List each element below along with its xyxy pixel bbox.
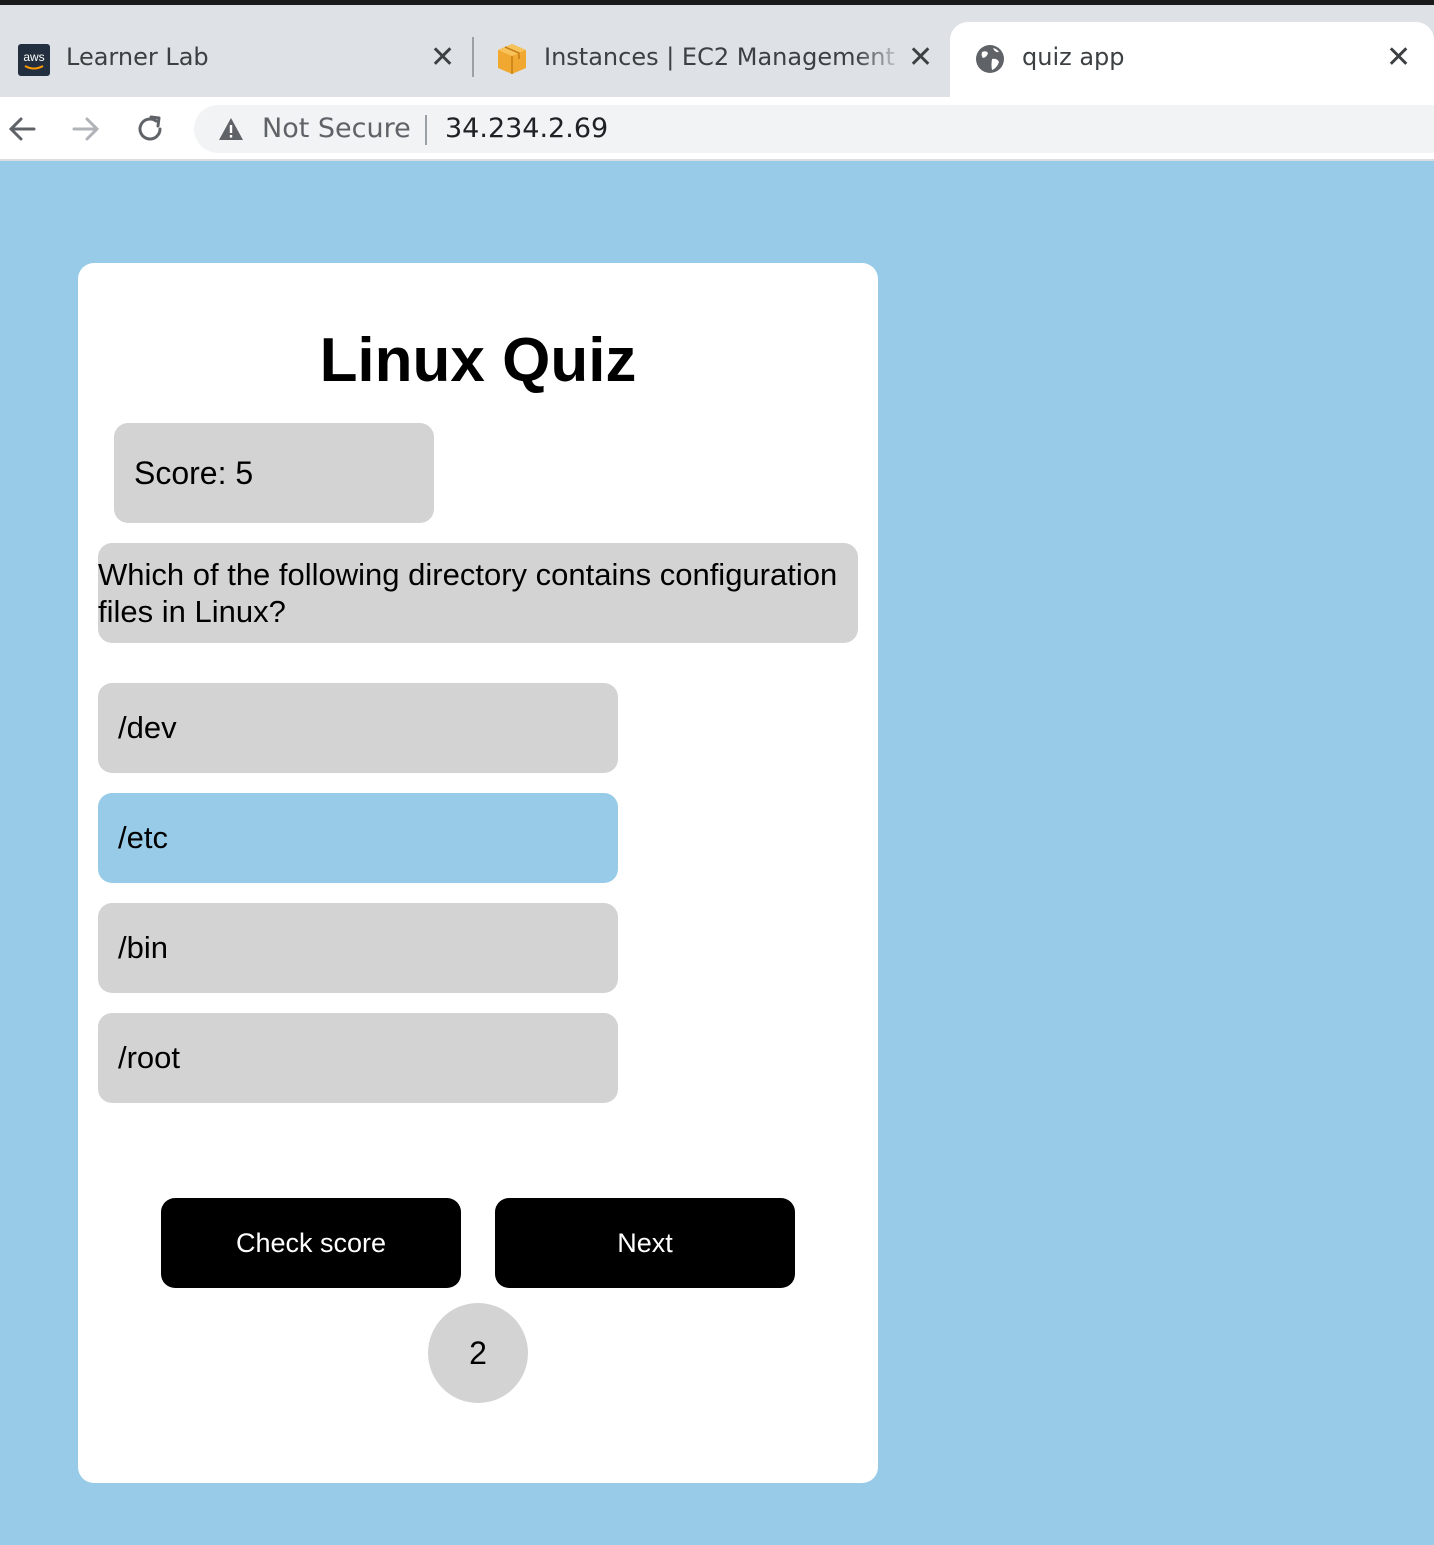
svg-text:aws: aws — [23, 50, 44, 64]
forward-arrow-icon — [72, 117, 100, 141]
forward-button[interactable] — [68, 111, 104, 147]
tab-strip: aws Learner Lab ✕ Instances | EC2 Manage… — [0, 5, 1434, 97]
back-button[interactable] — [4, 111, 40, 147]
reload-icon — [138, 115, 162, 141]
next-button[interactable]: Next — [495, 1198, 795, 1288]
tab-ec2-instances[interactable]: Instances | EC2 Management Console ✕ — [476, 22, 946, 97]
quiz-card: Linux Quiz Score: 5 Which of the followi… — [78, 263, 878, 1483]
tab-learner-lab[interactable]: aws Learner Lab ✕ — [0, 22, 470, 97]
answer-option-bin[interactable]: /bin — [98, 903, 618, 993]
close-icon[interactable]: ✕ — [430, 43, 455, 73]
back-arrow-icon — [8, 117, 36, 141]
tab-title: quiz app — [1022, 43, 1125, 71]
answer-option-etc[interactable]: /etc — [98, 793, 618, 883]
reload-button[interactable] — [132, 111, 168, 147]
security-status[interactable]: Not Secure — [262, 105, 411, 153]
tab-title: Learner Lab — [66, 43, 209, 71]
check-score-button[interactable]: Check score — [161, 1198, 461, 1288]
globe-icon — [974, 43, 1006, 80]
tab-separator — [472, 37, 474, 77]
aws-icon: aws — [18, 44, 50, 81]
tab-title-fade — [856, 40, 906, 76]
score-display: Score: 5 — [114, 423, 434, 523]
browser-toolbar: Not Secure 34.234.2.69 — [0, 97, 1434, 161]
answer-option-root[interactable]: /root — [98, 1013, 618, 1103]
close-icon[interactable]: ✕ — [1386, 43, 1411, 73]
page-title: Linux Quiz — [319, 326, 637, 395]
url-text[interactable]: 34.234.2.69 — [445, 105, 608, 153]
close-icon[interactable]: ✕ — [908, 43, 933, 73]
address-divider — [425, 115, 427, 145]
ec2-box-icon — [496, 42, 528, 81]
question-counter: 2 — [428, 1303, 528, 1403]
warning-icon[interactable] — [218, 117, 244, 146]
address-bar[interactable]: Not Secure 34.234.2.69 — [194, 105, 1434, 153]
tab-title: Instances | EC2 Management Console — [544, 43, 896, 71]
question-text: Which of the following directory contain… — [98, 543, 858, 643]
tab-quiz-app[interactable]: quiz app ✕ — [950, 22, 1434, 97]
answer-option-dev[interactable]: /dev — [98, 683, 618, 773]
